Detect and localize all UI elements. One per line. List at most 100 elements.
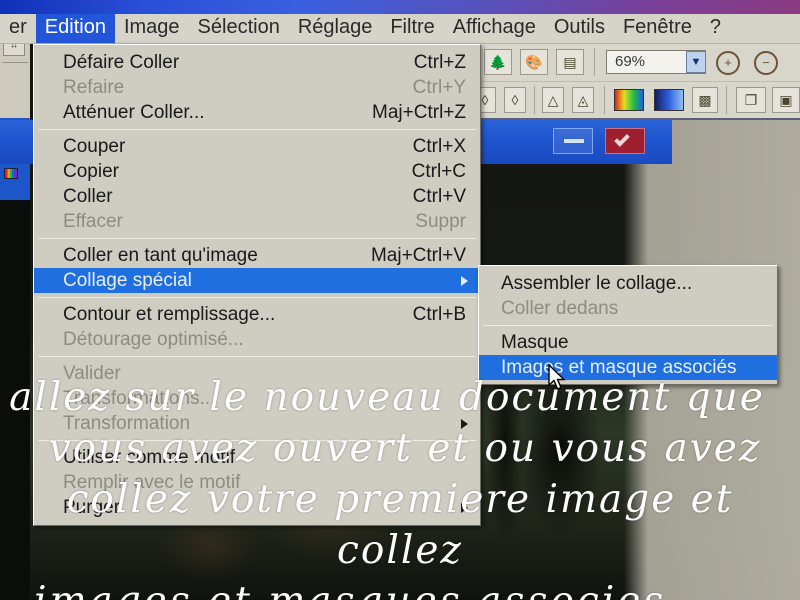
drop-icon[interactable]: ◊ [504, 87, 526, 113]
menu-item-copier[interactable]: Copier Ctrl+C [34, 159, 480, 184]
menu-filtre[interactable]: Filtre [381, 14, 443, 43]
menu-item-label: Transformation [63, 413, 191, 434]
menu-item-label: Défaire Coller [63, 52, 180, 73]
menu-bar: er Edition Image Sélection Réglage Filtr… [0, 14, 800, 44]
menu-separator [38, 129, 476, 130]
menu-item-shortcut: Ctrl+X [412, 136, 466, 157]
close-button[interactable] [605, 128, 645, 154]
menu-image[interactable]: Image [115, 14, 189, 43]
triangle-icon[interactable]: △ [542, 87, 564, 113]
toolbar-divider [604, 86, 605, 114]
menu-item-contour-et-remplissage[interactable]: Contour et remplissage... Ctrl+B [34, 302, 480, 327]
tree-icon[interactable]: 🌲 [484, 49, 512, 75]
menu-reglage[interactable]: Réglage [289, 14, 382, 43]
mouse-cursor [548, 363, 568, 397]
menu-item-label: Atténuer Coller... [63, 102, 205, 123]
minimize-button[interactable] [553, 128, 593, 154]
menu-item-shortcut: Ctrl+Y [412, 77, 466, 98]
menu-item-label: Masque [501, 332, 569, 353]
toolbar-area: 🌲 🎨 ▤ 69% ▼ + − ◊ ◊ △ ◬ ▩ ❐ ▣ [474, 44, 800, 120]
toolbar-divider [534, 86, 535, 114]
menu-item-label: Détourage optimisé... [63, 329, 244, 350]
menu-item-shortcut: Ctrl+B [412, 304, 466, 325]
menu-item-shortcut: Ctrl+C [411, 161, 466, 182]
menu-item-label: Coller en tant qu'image [63, 245, 258, 266]
submenu-item-assembler-le-collage[interactable]: Assembler le collage... [479, 271, 777, 296]
menu-item-transformation: Transformation [34, 411, 480, 436]
menu-item-label: Coller [63, 186, 113, 207]
collage-special-submenu: Assembler le collage... Coller dedans Ma… [478, 265, 778, 385]
menu-item-label: Valider [63, 363, 121, 384]
menu-separator [483, 325, 773, 326]
left-toolbar-strip: ⛵ ⌗ ウィ S [0, 0, 30, 600]
menu-item-label: Copier [63, 161, 119, 182]
menu-item-label: Couper [63, 136, 126, 157]
menu-item-utiliser-comme-motif[interactable]: Utiliser comme motif [34, 445, 480, 470]
menu-separator [38, 297, 476, 298]
menu-item-label: Utiliser comme motif [63, 447, 236, 468]
menu-item-valider: Valider [34, 361, 480, 386]
submenu-arrow-icon [461, 419, 468, 429]
menu-aide[interactable]: ? [701, 14, 730, 43]
menu-item-coller-en-tant-qu-image[interactable]: Coller en tant qu'image Maj+Ctrl+V [34, 243, 480, 268]
menu-item-label: Remplir avec le motif [63, 472, 241, 493]
toolbar-divider [594, 48, 595, 76]
menu-item-shortcut: Maj+Ctrl+V [370, 245, 466, 266]
zoom-out-icon[interactable]: − [754, 51, 778, 75]
menu-edition[interactable]: Edition [35, 14, 115, 43]
submenu-item-masque[interactable]: Masque [479, 330, 777, 355]
menu-item-label: Refaire [63, 77, 125, 98]
menu-outils[interactable]: Outils [545, 14, 614, 43]
minimize-icon [564, 139, 584, 143]
edition-dropdown-menu: Défaire Coller Ctrl+Z Refaire Ctrl+Y Attén… [33, 44, 481, 526]
gradient-blue-icon[interactable] [654, 89, 684, 111]
triangle-icon[interactable]: ◬ [572, 87, 594, 113]
gradient-icon[interactable] [614, 89, 644, 111]
menu-item-label: Purger [63, 497, 121, 518]
submenu-item-coller-dedans: Coller dedans [479, 296, 777, 321]
menu-item-attenuer-coller[interactable]: Atténuer Coller... Maj+Ctrl+Z [34, 100, 480, 125]
menu-item-effacer: Effacer Suppr [34, 209, 480, 234]
menu-item-shortcut: Suppr [415, 211, 466, 232]
submenu-item-images-et-masque-associes[interactable]: Images et masque associés [479, 355, 777, 380]
toolbar-divider [726, 86, 727, 114]
chevron-down-icon [614, 131, 630, 147]
menu-item-couper[interactable]: Couper Ctrl+X [34, 134, 480, 159]
menu-separator [38, 440, 476, 441]
menu-item-label: Assembler le collage... [501, 273, 693, 294]
menu-item-label: Transformations... [63, 388, 216, 409]
menu-item-coller[interactable]: Coller Ctrl+V [34, 184, 480, 209]
menu-fenetre[interactable]: Fenêtre [614, 14, 701, 43]
menu-item-transformations: Transformations... [34, 386, 480, 411]
menu-item-remplir-avec-le-motif: Remplir avec le motif [34, 470, 480, 495]
zoom-in-icon[interactable]: + [716, 51, 740, 75]
menu-item-label: Effacer [63, 211, 123, 232]
menu-affichage[interactable]: Affichage [444, 14, 545, 43]
menu-item-detourage-optimise: Détourage optimisé... [34, 327, 480, 352]
palette-icon[interactable]: 🎨 [520, 49, 548, 75]
menu-item-purger[interactable]: Purger [34, 495, 480, 520]
submenu-arrow-icon [461, 503, 468, 513]
pages-icon[interactable]: ❐ [736, 87, 766, 113]
menu-item-defaire-coller[interactable]: Défaire Coller Ctrl+Z [34, 50, 480, 75]
texture-icon[interactable]: ▩ [692, 87, 718, 113]
menu-separator [38, 356, 476, 357]
menu-item-label: Images et masque associés [501, 357, 737, 378]
menu-separator [38, 238, 476, 239]
menu-item-refaire: Refaire Ctrl+Y [34, 75, 480, 100]
layout-icon[interactable]: ▣ [772, 87, 800, 113]
window-icon[interactable]: ▤ [556, 49, 584, 75]
toolbar-divider [2, 62, 28, 63]
menu-item-label: Collage spécial [63, 270, 192, 291]
chevron-down-icon[interactable]: ▼ [686, 51, 706, 73]
screen-glare-band [0, 0, 800, 14]
menu-fichier[interactable]: er [0, 14, 36, 43]
color-strip-icon [4, 168, 18, 179]
menu-item-label: Coller dedans [501, 298, 619, 319]
menu-item-shortcut: Maj+Ctrl+Z [372, 102, 466, 123]
menu-item-shortcut: Ctrl+V [412, 186, 466, 207]
menu-item-label: Contour et remplissage... [63, 304, 276, 325]
menu-item-collage-special[interactable]: Collage spécial [34, 268, 480, 293]
toolbar-row-2: ◊ ◊ △ ◬ ▩ ❐ ▣ [474, 82, 800, 120]
menu-selection[interactable]: Sélection [189, 14, 289, 43]
